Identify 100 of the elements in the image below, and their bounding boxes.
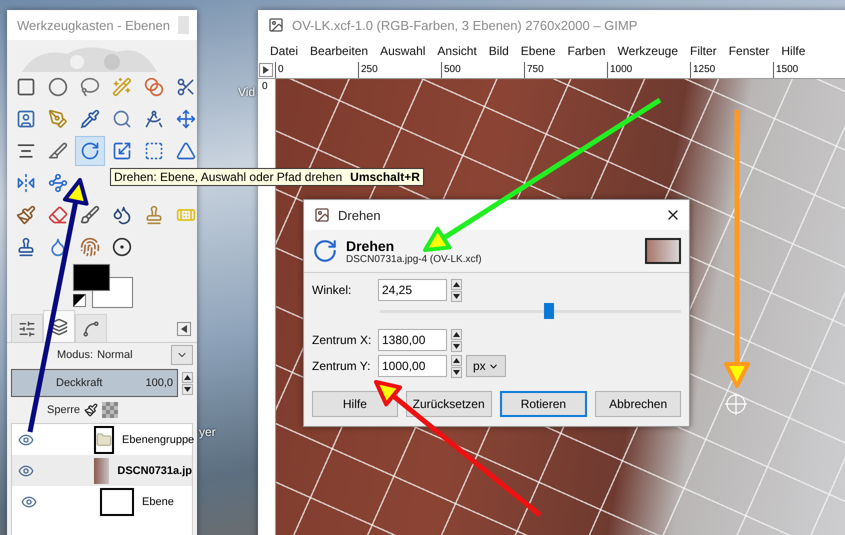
field-label: Zentrum Y:: [312, 359, 372, 373]
eye-icon[interactable]: [18, 462, 34, 478]
ruler-label: 0: [261, 80, 269, 92]
photo-placeholder: [94, 458, 110, 484]
magic-wand-icon: [112, 77, 132, 97]
center-y-input[interactable]: 1000,00: [378, 355, 447, 377]
ruler-label: 750: [524, 62, 607, 78]
image-icon: [268, 17, 284, 33]
unit-dropdown[interactable]: px: [466, 355, 506, 377]
lasso-icon: [80, 77, 100, 97]
center-x-input[interactable]: 1380,00: [378, 329, 447, 351]
menu-item[interactable]: Farben: [562, 44, 612, 58]
spin-up-button[interactable]: [451, 354, 462, 366]
spin-up-button[interactable]: [451, 278, 462, 290]
menu-item[interactable]: Auswahl: [374, 44, 432, 58]
image-icon: [314, 207, 330, 223]
rectangle-select-icon: [16, 77, 36, 97]
menu-item[interactable]: Bearbeiten: [304, 44, 374, 58]
paintbrush-icon: [16, 205, 36, 225]
opacity-slider[interactable]: Deckkraft 100,0: [11, 369, 178, 397]
angle-input[interactable]: 24,25: [378, 279, 447, 301]
caret-up-icon: [184, 374, 191, 380]
ruler-label: 1000: [607, 62, 690, 78]
ruler-label: 500: [441, 62, 524, 78]
slider-thumb[interactable]: [544, 303, 554, 319]
dialog-subtitle: DSCN0731a.jpg-4 (OV-LK.xcf): [346, 254, 483, 264]
checkerboard-icon[interactable]: [102, 402, 118, 418]
dialog-button[interactable]: Zurücksetzen: [406, 391, 492, 417]
menu-item[interactable]: Fenster: [722, 44, 776, 58]
layer-thumbnail: [100, 488, 134, 516]
rotate-icon: [312, 238, 338, 264]
dialog-button[interactable]: Rotieren: [500, 391, 588, 417]
scissors-icon: [176, 77, 196, 97]
ruler-label: 1500: [773, 62, 845, 78]
spin-up-button[interactable]: [451, 328, 462, 340]
menu-item[interactable]: Filter: [684, 44, 723, 58]
rotate-icon: [80, 141, 100, 161]
spin-down-button[interactable]: [182, 384, 193, 394]
sliders-icon: [18, 320, 36, 338]
opacity-value: 100,0: [145, 377, 173, 389]
dialog-button[interactable]: Hilfe: [312, 391, 398, 417]
paintbrush-icon[interactable]: [84, 403, 98, 417]
layers-icon: [50, 318, 68, 336]
eraser-icon: [48, 205, 68, 225]
dock-tab[interactable]: [11, 314, 43, 342]
magnifier-icon: [112, 109, 132, 129]
field-label: Winkel:: [312, 283, 352, 297]
dialog-title: Drehen: [338, 208, 382, 222]
ruler-corner-button[interactable]: [259, 63, 273, 77]
mode-label: Modus:: [57, 349, 94, 361]
caret-left-icon: [181, 325, 187, 333]
menu-item[interactable]: Ansicht: [431, 44, 483, 58]
menu-item[interactable]: Bild: [482, 44, 515, 58]
caret-down-icon: [453, 344, 460, 348]
ellipse-select-icon: [48, 77, 68, 97]
opacity-label: Deckkraft: [56, 377, 102, 389]
tab-menu-button[interactable]: [177, 322, 191, 336]
caret-down-icon: [184, 386, 191, 392]
tooltip-shortcut: Umschalt+R: [350, 170, 420, 184]
menu-item[interactable]: Ebene: [514, 44, 562, 58]
pen-icon: [48, 109, 68, 129]
menu-item[interactable]: Werkzeuge: [612, 44, 684, 58]
lock-label: Sperre: [47, 404, 80, 416]
move-icon: [176, 109, 196, 129]
layer-name: Ebene: [142, 496, 174, 508]
caret-up-icon: [453, 282, 460, 286]
mode-value: Normal: [97, 349, 133, 361]
dock-tab[interactable]: [75, 314, 107, 342]
folder-icon: [96, 432, 112, 448]
mode-dropdown-button[interactable]: [171, 345, 193, 365]
eye-icon[interactable]: [18, 432, 34, 448]
stamp-icon: [144, 205, 164, 225]
knife-icon: [48, 141, 68, 161]
ruler-label: 0: [275, 62, 358, 78]
caret-down-icon: [453, 370, 460, 374]
caret-up-icon: [453, 358, 460, 362]
dialog-button[interactable]: Abbrechen: [595, 391, 681, 417]
crosshair-icon: [724, 392, 748, 416]
path-icon: [82, 320, 100, 338]
window-title: Werkzeugkasten - Ebenen: [17, 18, 170, 32]
field-label: Zentrum X:: [312, 333, 372, 347]
menu-item[interactable]: Datei: [264, 44, 304, 58]
ruler-label: 250: [358, 62, 441, 78]
menu-item[interactable]: Hilfe: [775, 44, 812, 58]
tooltip-text: Drehen: Ebene, Auswahl oder Pfad drehen: [114, 170, 342, 184]
caret-down-icon: [453, 294, 460, 298]
ruler-label: 1250: [690, 62, 773, 78]
spin-up-button[interactable]: [182, 372, 193, 382]
layer-row[interactable]: DSCN0731a.jp: [12, 455, 192, 486]
layer-name: DSCN0731a.jp: [117, 464, 192, 476]
spin-down-button[interactable]: [451, 366, 462, 378]
window-title: OV-LK.xcf-1.0 (RGB-Farben, 3 Ebenen) 2760x2000 – GIMP: [292, 18, 638, 32]
scale-icon: [112, 141, 132, 161]
spin-down-button[interactable]: [451, 340, 462, 352]
caret-right-icon: [263, 66, 269, 74]
dialog-heading: Drehen: [346, 238, 396, 254]
spin-down-button[interactable]: [451, 290, 462, 302]
compass-icon: [144, 109, 164, 129]
color-swatches-icon[interactable]: [73, 264, 133, 310]
eye-icon[interactable]: [21, 494, 37, 510]
